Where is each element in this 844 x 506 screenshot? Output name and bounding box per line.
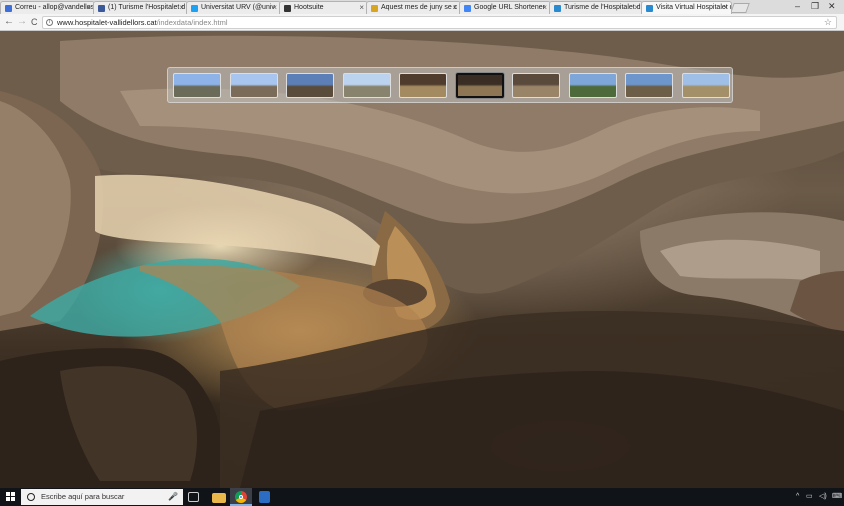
word-document-icon[interactable] <box>259 491 270 503</box>
browser-tab[interactable]: (1) Turisme l'Hospitalet d × <box>93 1 188 14</box>
panorama-thumbnail[interactable] <box>342 73 391 98</box>
tab-close-icon[interactable]: × <box>179 3 184 12</box>
browser-tab[interactable]: Hootsuite × <box>279 1 368 14</box>
tab-close-icon[interactable]: × <box>86 3 91 12</box>
panorama-thumbnail[interactable] <box>173 73 221 98</box>
network-icon[interactable]: ▭ <box>806 491 813 503</box>
cortana-icon <box>27 493 35 501</box>
tray-chevron-icon[interactable]: ^ <box>796 491 799 503</box>
back-button[interactable]: ← <box>4 16 14 28</box>
panorama-thumbnail[interactable] <box>286 73 334 98</box>
tab-favicon-icon <box>554 5 561 12</box>
tab-favicon-icon <box>5 5 12 12</box>
tab-close-icon[interactable]: × <box>272 3 277 12</box>
panorama-thumbnail[interactable] <box>568 73 617 98</box>
restore-button[interactable]: ❐ <box>811 0 819 12</box>
windows-taskbar: Escribe aquí para buscar 🎤 ^ ▭ ◁) ⌨ <box>0 488 844 506</box>
browser-toolbar: ← → C i www.hospitalet-vallidellors.cat/… <box>0 14 844 31</box>
panorama-thumbnail[interactable] <box>512 73 560 98</box>
keyboard-icon[interactable]: ⌨ <box>832 491 842 503</box>
minimize-button[interactable]: – <box>795 0 800 12</box>
tab-favicon-icon <box>646 5 653 12</box>
browser-tab[interactable]: Google URL Shortener × <box>459 1 551 14</box>
browser-tab[interactable]: Universitat URV (@univ × <box>186 1 281 14</box>
browser-tab[interactable]: Turisme de l'Hospitalet d × <box>549 1 643 14</box>
tab-close-icon[interactable]: × <box>359 3 364 12</box>
panorama-thumbnail[interactable] <box>455 73 504 98</box>
tab-title: Google URL Shortener <box>474 4 545 11</box>
tab-title: Correu - allop@vandellos <box>15 4 95 11</box>
tab-favicon-icon <box>371 5 378 12</box>
tab-strip: – ❐ ✕ Correu - allop@vandellos × (1) Turis… <box>0 0 844 14</box>
search-placeholder: Escribe aquí para buscar <box>41 492 125 501</box>
chrome-icon-center <box>239 495 243 499</box>
panorama-thumbnail[interactable] <box>399 73 447 98</box>
tab-title: (1) Turisme l'Hospitalet d <box>108 4 186 11</box>
url-path: /indexdata/index.html <box>156 18 228 27</box>
url-domain: www.hospitalet-vallidellors.cat <box>57 18 157 27</box>
tab-close-icon[interactable]: × <box>452 3 457 12</box>
tab-close-icon[interactable]: × <box>634 3 639 12</box>
panorama-thumbnail[interactable] <box>625 73 673 98</box>
tab-favicon-icon <box>98 5 105 12</box>
info-icon[interactable]: i <box>46 19 53 26</box>
browser-tab[interactable]: Correu - allop@vandellos × <box>0 1 95 14</box>
tab-favicon-icon <box>464 5 471 12</box>
volume-icon[interactable]: ◁) <box>819 491 827 503</box>
taskbar-search-box[interactable]: Escribe aquí para buscar 🎤 <box>21 489 183 505</box>
panorama-thumbnail[interactable] <box>681 73 730 98</box>
tab-close-icon[interactable]: × <box>542 3 547 12</box>
new-tab-button[interactable] <box>730 3 750 13</box>
tab-favicon-icon <box>191 5 198 12</box>
close-window-button[interactable]: ✕ <box>828 0 836 12</box>
windows-start-icon[interactable] <box>6 492 16 502</box>
browser-tab[interactable]: Aquest mes de juny se c × <box>366 1 461 14</box>
bookmark-star-icon[interactable]: ☆ <box>824 17 832 28</box>
tab-title: Aquest mes de juny se c <box>381 4 458 11</box>
panorama-viewer[interactable]: ⊕⊖▭↻⛶▬ <box>0 31 844 488</box>
reload-button[interactable]: C <box>31 16 38 28</box>
tab-title: Universitat URV (@univ <box>201 4 275 11</box>
file-explorer-icon[interactable] <box>212 493 226 503</box>
chrome-taskbar-item[interactable] <box>230 488 252 506</box>
tab-favicon-icon <box>284 5 291 12</box>
microphone-icon[interactable]: 🎤 <box>168 489 178 505</box>
panorama-thumbnail[interactable] <box>229 73 278 98</box>
panorama-thumbnail-strip <box>167 67 733 103</box>
tab-title: Hootsuite <box>294 4 324 11</box>
forward-button[interactable]: → <box>17 16 27 28</box>
browser-tab[interactable]: Visita Virtual Hospitalet d × <box>641 1 732 14</box>
tab-title: Visita Virtual Hospitalet d <box>656 4 732 11</box>
tab-title: Turisme de l'Hospitalet d <box>564 4 641 11</box>
task-view-icon[interactable] <box>188 492 199 502</box>
tab-close-icon[interactable]: × <box>723 3 728 12</box>
address-bar[interactable]: i www.hospitalet-vallidellors.cat/indexd… <box>42 16 837 29</box>
